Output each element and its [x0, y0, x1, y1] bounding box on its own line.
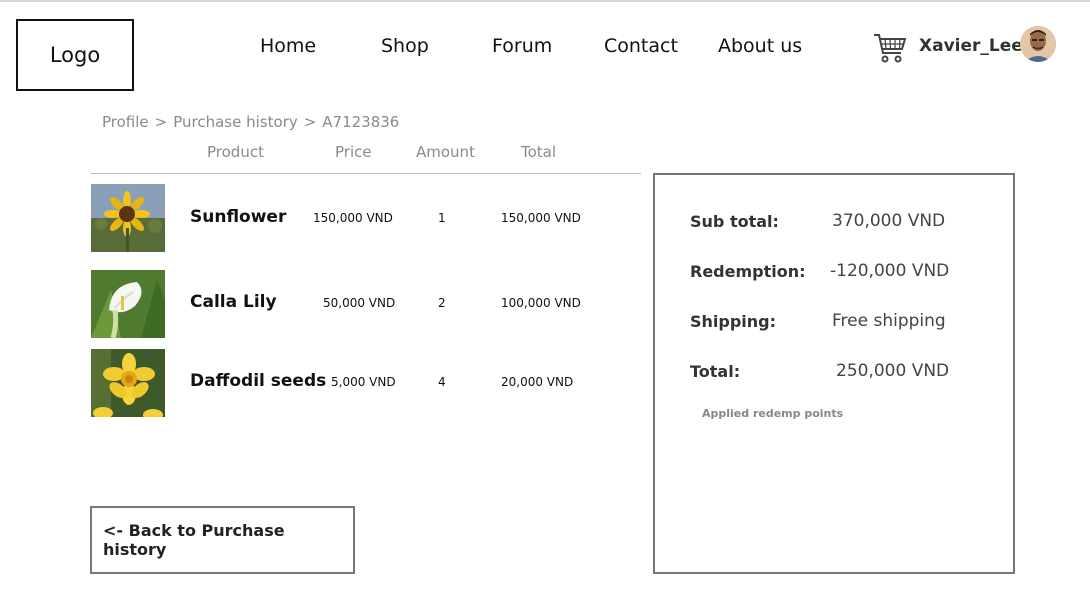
nav-shop[interactable]: Shop	[381, 35, 429, 57]
breadcrumb-separator: >	[303, 113, 317, 131]
cart-icon[interactable]	[872, 32, 908, 64]
calla-lily-image	[91, 270, 165, 338]
product-price: 150,000 VND	[313, 211, 393, 225]
column-header-price: Price	[335, 143, 372, 161]
product-name[interactable]: Daffodil seeds	[190, 371, 326, 391]
shipping-label: Shipping:	[690, 312, 777, 331]
sunflower-image	[91, 184, 165, 252]
product-total: 100,000 VND	[501, 296, 581, 310]
shipping-value: Free shipping	[832, 311, 946, 331]
product-amount: 1	[438, 211, 446, 225]
subtotal-value: 370,000 VND	[832, 211, 946, 231]
product-name[interactable]: Sunflower	[190, 207, 286, 227]
product-image-calla-lily[interactable]	[91, 270, 165, 338]
user-avatar-image	[1020, 26, 1056, 62]
breadcrumb-profile[interactable]: Profile	[102, 113, 149, 131]
avatar[interactable]	[1020, 26, 1056, 62]
column-header-total: Total	[521, 143, 557, 161]
product-image-sunflower[interactable]	[91, 184, 165, 252]
product-total: 20,000 VND	[501, 375, 574, 389]
logo[interactable]: Logo	[16, 19, 134, 91]
total-value: 250,000 VND	[836, 361, 950, 381]
breadcrumb-order-id: A7123836	[322, 113, 400, 131]
nav-contact[interactable]: Contact	[604, 35, 678, 57]
product-amount: 2	[438, 296, 446, 310]
username[interactable]: Xavier_Lee	[919, 36, 1023, 56]
top-border	[0, 0, 1090, 2]
product-price: 5,000 VND	[331, 375, 396, 389]
redemption-label: Redemption:	[690, 262, 806, 281]
breadcrumb-separator: >	[154, 113, 168, 131]
total-label: Total:	[690, 362, 741, 381]
back-to-purchase-history-button[interactable]: <- Back to Purchase history	[90, 506, 355, 574]
daffodil-image	[91, 349, 165, 417]
subtotal-label: Sub total:	[690, 212, 779, 231]
nav-home[interactable]: Home	[260, 35, 316, 57]
nav-forum[interactable]: Forum	[492, 35, 552, 57]
header-divider	[91, 173, 641, 174]
breadcrumb: Profile > Purchase history > A7123836	[102, 113, 399, 131]
product-image-daffodil[interactable]	[91, 349, 165, 417]
column-header-amount: Amount	[416, 143, 475, 161]
product-name[interactable]: Calla Lily	[190, 292, 277, 312]
column-header-product: Product	[207, 143, 264, 161]
redemption-note: Applied redemp points	[702, 407, 844, 420]
redemption-value: -120,000 VND	[830, 261, 950, 281]
product-price: 50,000 VND	[323, 296, 396, 310]
product-total: 150,000 VND	[501, 211, 581, 225]
breadcrumb-purchase-history[interactable]: Purchase history	[173, 113, 297, 131]
nav-about-us[interactable]: About us	[718, 35, 802, 57]
product-amount: 4	[438, 375, 446, 389]
